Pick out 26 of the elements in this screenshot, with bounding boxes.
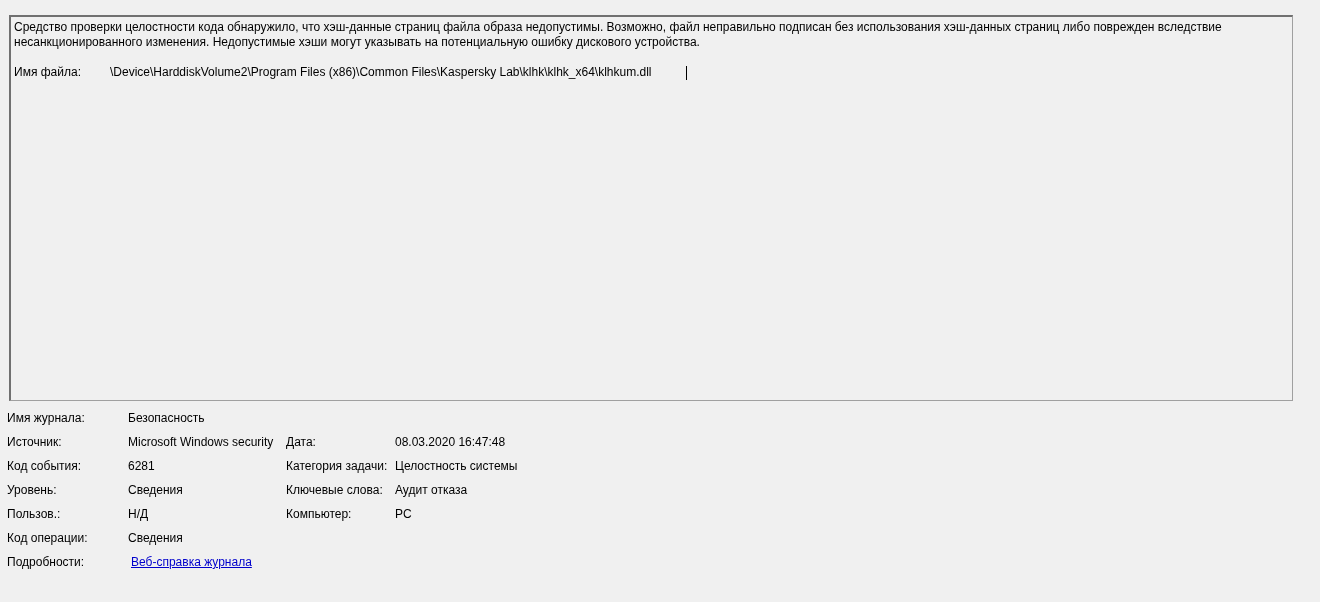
property-value: Целостность системы bbox=[395, 459, 519, 474]
property-value: Аудит отказа bbox=[395, 483, 469, 498]
file-label: Имя файла: bbox=[14, 65, 82, 80]
property-value: Безопасность bbox=[128, 411, 206, 426]
help-link[interactable]: Веб-справка журнала bbox=[128, 555, 252, 569]
property-label: Уровень: bbox=[7, 483, 58, 498]
property-label: Пользов.: bbox=[7, 507, 62, 522]
property-label: Категория задачи: bbox=[286, 459, 389, 474]
property-label: Код операции: bbox=[7, 531, 89, 546]
event-message: Средство проверки целостности кода обнаружило, что хэш-данные страниц файла образа недопустимы. Возможно, файл неправильно подписан без использования хэш-данных страниц либо поврежден вследствие несанкционированного изменения. Недопустимые хэши могут указывать на потенциальную ошибку дискового устройства. bbox=[14, 20, 1223, 50]
property-value: Сведения bbox=[128, 531, 184, 546]
property-value: Microsoft Windows security bbox=[128, 435, 275, 450]
property-label: Компьютер: bbox=[286, 507, 353, 522]
text-cursor-icon bbox=[685, 65, 687, 80]
property-value: 6281 bbox=[128, 459, 156, 474]
property-label: Имя журнала: bbox=[7, 411, 86, 426]
property-label: Источник: bbox=[7, 435, 63, 450]
property-label: Ключевые слова: bbox=[286, 483, 384, 498]
property-value: Сведения bbox=[128, 483, 184, 498]
property-label: Код события: bbox=[7, 459, 83, 474]
property-value: PC bbox=[395, 507, 413, 522]
property-value: Н/Д bbox=[128, 507, 150, 522]
property-value: 08.03.2020 16:47:48 bbox=[395, 435, 507, 450]
property-label: Подробности: bbox=[7, 555, 86, 570]
file-path: \Device\HarddiskVolume2\Program Files (x86)\Common Files\Kaspersky Lab\klhk\klhk_x64\klhkum.dll bbox=[110, 65, 652, 80]
property-label: Дата: bbox=[286, 435, 317, 450]
